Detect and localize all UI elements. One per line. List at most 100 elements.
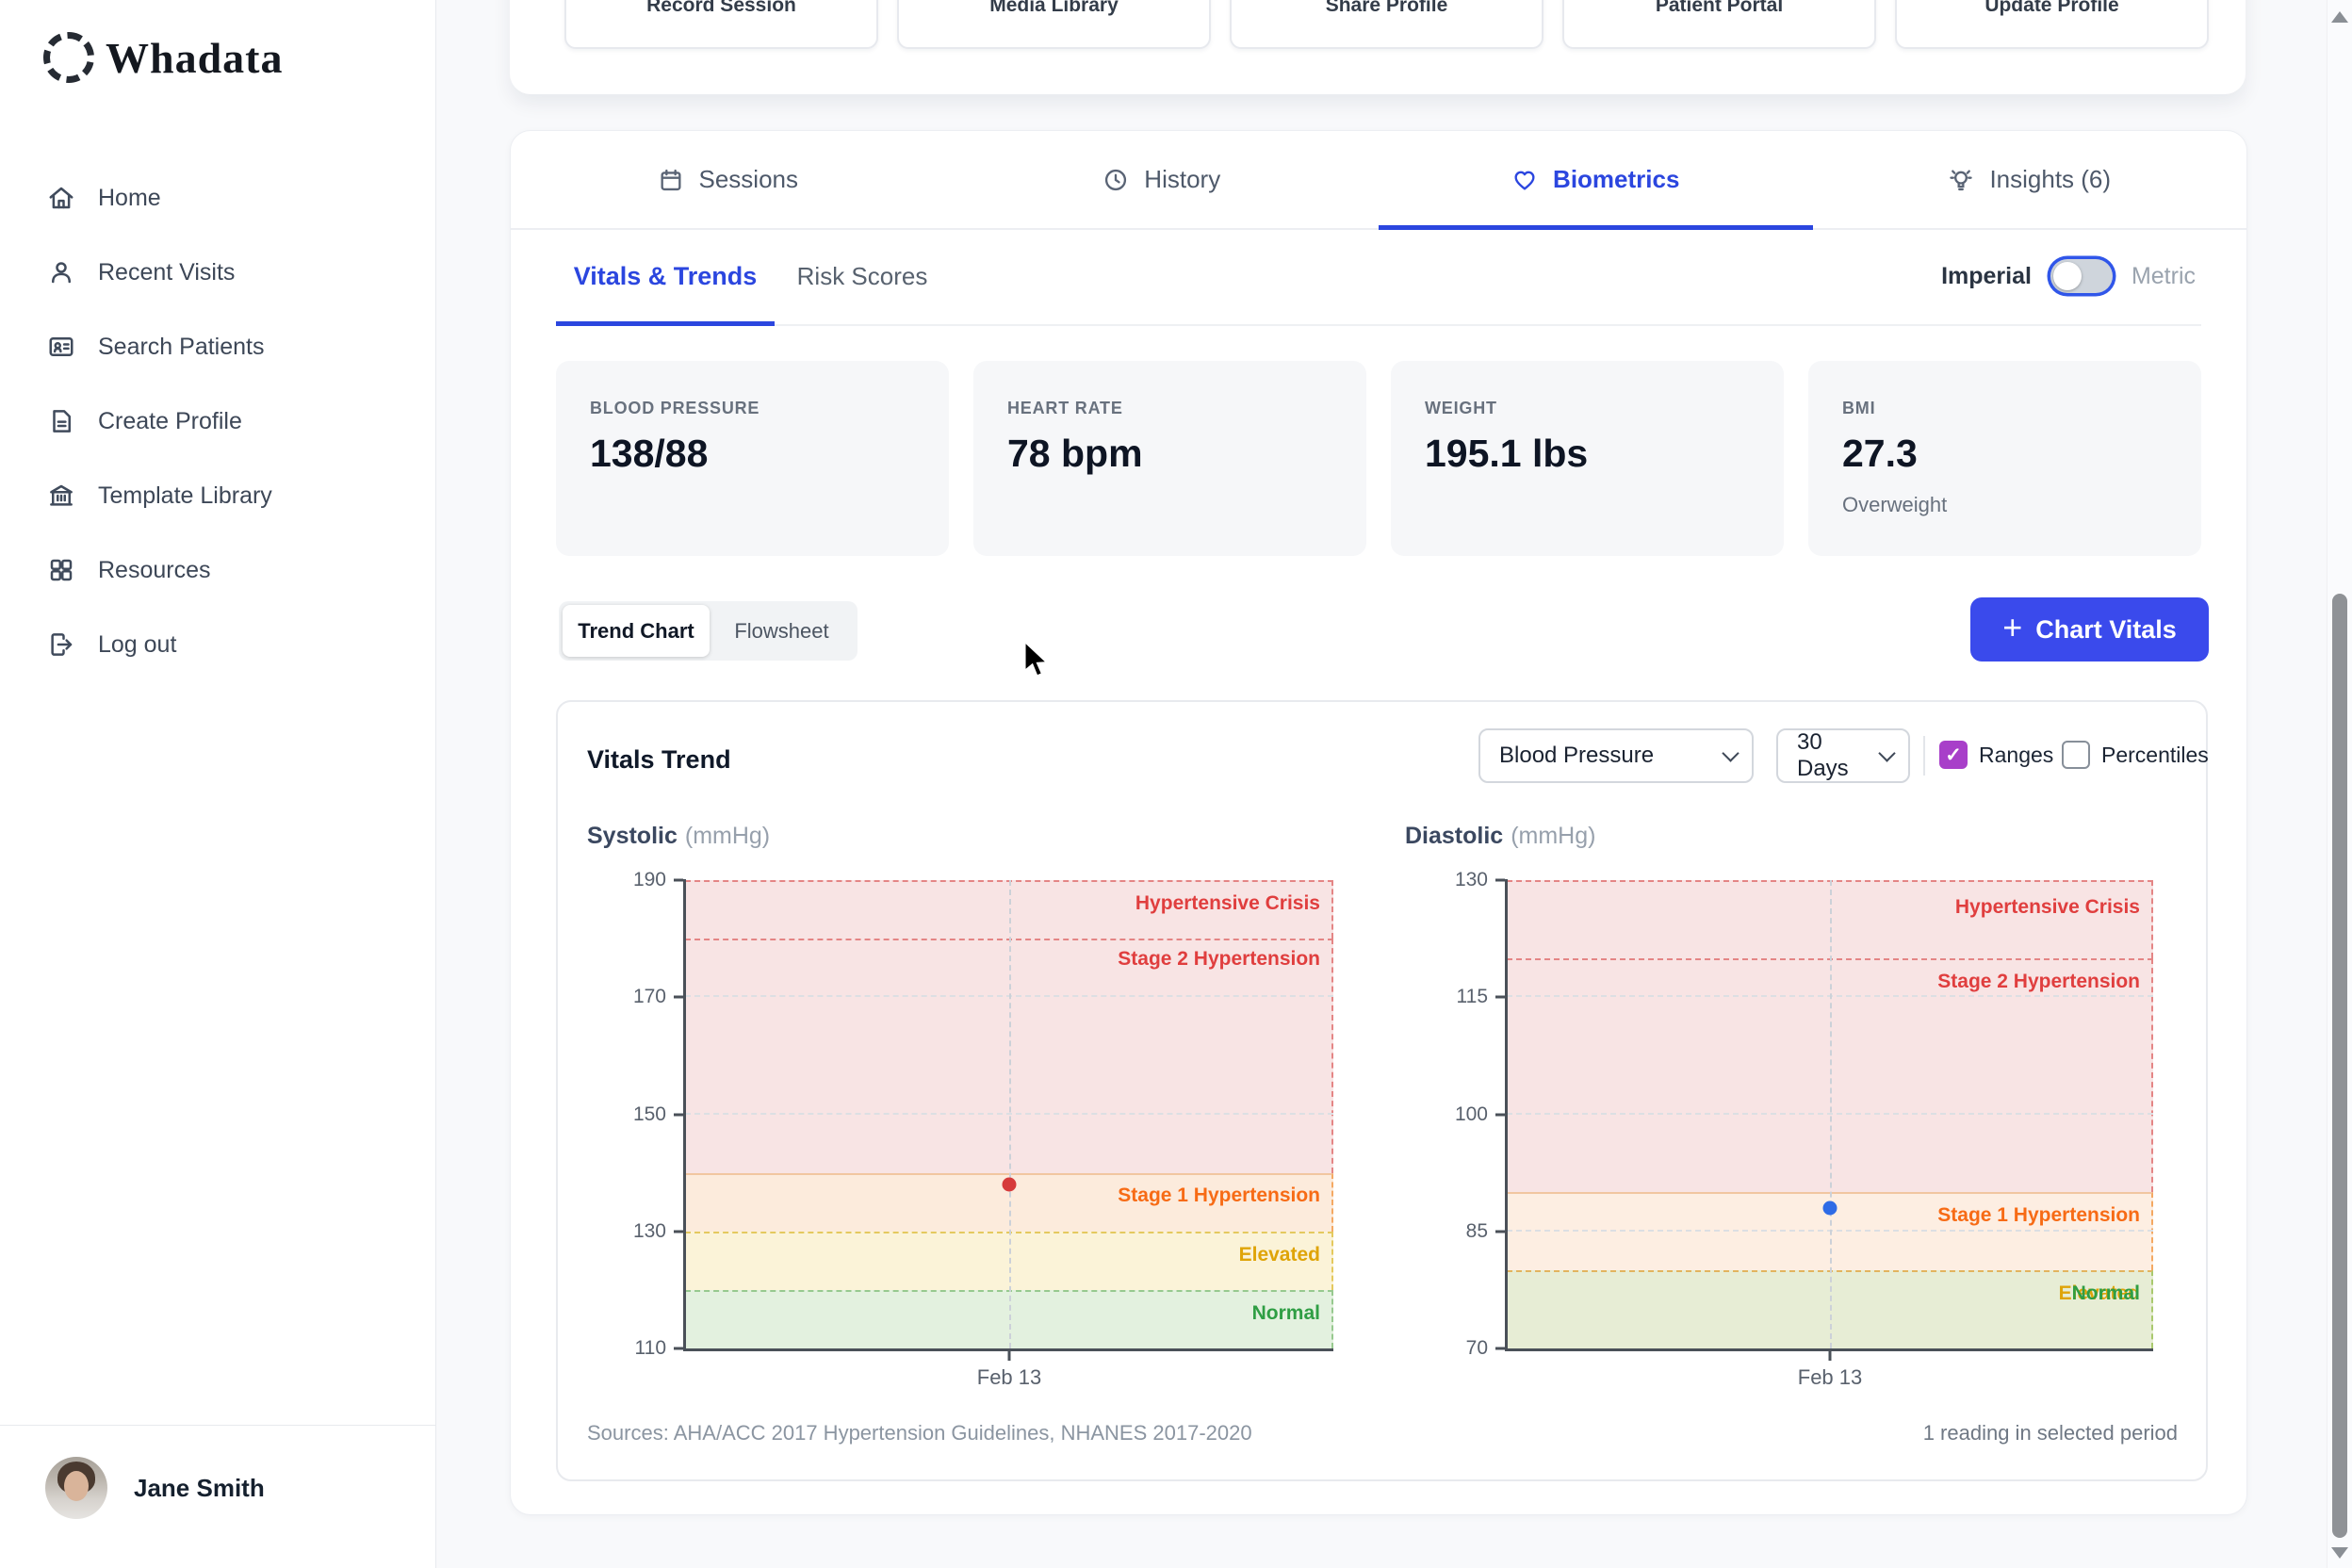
period-select[interactable]: 30 Days: [1776, 728, 1910, 783]
vital-value: 195.1 lbs: [1425, 432, 1750, 476]
share-profile-button[interactable]: Share Profile: [1230, 0, 1544, 49]
sidebar-item-search-patients[interactable]: Search Patients: [0, 324, 435, 369]
chevron-down-icon: [1878, 744, 1895, 761]
sidebar-item-label: Recent Visits: [98, 259, 235, 286]
trend-chart-button[interactable]: Trend Chart: [563, 605, 710, 657]
sidebar-item-label: Home: [98, 185, 161, 212]
chart-vitals-label: Chart Vitals: [2035, 615, 2177, 645]
weight-card: WEIGHT 195.1 lbs: [1391, 361, 1784, 556]
percentiles-checkbox-group[interactable]: Percentiles: [2062, 741, 2209, 769]
id-card-icon: [47, 333, 75, 361]
sidebar-item-template-library[interactable]: Template Library: [0, 473, 435, 518]
metric-select-value: Blood Pressure: [1499, 743, 1654, 769]
metric-label: Metric: [2132, 263, 2196, 290]
clock-icon: [1102, 167, 1129, 193]
scrollbar-thumb[interactable]: [2332, 594, 2347, 1538]
subtab-risk-scores[interactable]: Risk Scores: [787, 228, 938, 324]
imperial-label: Imperial: [1941, 263, 2032, 290]
lightbulb-icon: [1948, 167, 1974, 193]
app-logo-text: Whadata: [106, 33, 283, 83]
tab-sessions[interactable]: Sessions: [511, 131, 945, 228]
sidebar-item-label: Search Patients: [98, 334, 265, 361]
units-toggle[interactable]: [2050, 259, 2113, 293]
tab-label: Biometrics: [1553, 165, 1679, 194]
systolic-chart-title: Systolic(mmHg): [587, 823, 770, 850]
view-toggle: Trend Chart Flowsheet: [559, 601, 858, 661]
sidebar-item-label: Resources: [98, 557, 211, 584]
checkmark-icon: ✓: [1945, 743, 1962, 767]
home-icon: [47, 184, 75, 212]
units-toggle-group: Imperial Metric: [1941, 228, 2196, 324]
vital-cards: BLOOD PRESSURE 138/88 HEART RATE 78 bpm …: [556, 361, 2201, 556]
grid-icon: [47, 556, 75, 584]
heart-icon: [1511, 167, 1538, 193]
app-logo[interactable]: Whadata: [43, 32, 283, 83]
sidebar-item-create-profile[interactable]: Create Profile: [0, 399, 435, 444]
bmi-category: Overweight: [1842, 493, 2167, 517]
logo-ring-icon: [43, 32, 94, 83]
vitals-trend-panel: Vitals Trend Blood Pressure 30 Days ✓ Ra…: [556, 700, 2208, 1481]
blood-pressure-card: BLOOD PRESSURE 138/88: [556, 361, 949, 556]
sidebar-item-logout[interactable]: Log out: [0, 622, 435, 667]
vertical-divider: [1923, 736, 1925, 776]
media-library-button[interactable]: Media Library: [897, 0, 1211, 49]
heart-rate-card: HEART RATE 78 bpm: [973, 361, 1366, 556]
record-session-button[interactable]: Record Session: [564, 0, 878, 49]
library-icon: [47, 482, 75, 510]
subtab-vitals-trends[interactable]: Vitals & Trends: [556, 228, 775, 324]
diastolic-chart-title: Diastolic(mmHg): [1405, 823, 1595, 850]
sidebar-item-home[interactable]: Home: [0, 175, 435, 220]
vital-label: BLOOD PRESSURE: [590, 399, 915, 418]
calendar-icon: [658, 167, 684, 193]
sidebar-item-resources[interactable]: Resources: [0, 547, 435, 593]
sidebar-nav: Home Recent Visits Search Patients Creat…: [0, 175, 435, 696]
person-icon: [47, 258, 75, 286]
scrollbar[interactable]: [2327, 0, 2352, 1568]
plus-icon: +: [2002, 608, 2022, 647]
subtab-bar: Vitals & Trends Risk Scores Imperial Met…: [556, 228, 2201, 326]
metric-select[interactable]: Blood Pressure: [1478, 728, 1754, 783]
sources-note: Sources: AHA/ACC 2017 Hypertension Guide…: [587, 1421, 1252, 1446]
period-select-value: 30 Days: [1797, 729, 1868, 782]
chart-vitals-button[interactable]: + Chart Vitals: [1970, 597, 2209, 662]
biometrics-panel: Sessions History Biometrics Insights (6)…: [510, 130, 2247, 1515]
vital-value: 78 bpm: [1007, 432, 1332, 476]
vital-value: 27.3: [1842, 432, 2167, 476]
tab-label: Insights (6): [1989, 165, 2111, 194]
ranges-checkbox-group[interactable]: ✓ Ranges: [1939, 741, 2053, 769]
update-profile-button[interactable]: Update Profile: [1895, 0, 2209, 49]
percentiles-checkbox[interactable]: [2062, 741, 2090, 769]
vital-label: HEART RATE: [1007, 399, 1332, 418]
quick-actions-card: Record Session Media Library Share Profi…: [510, 0, 2246, 94]
tab-bar: Sessions History Biometrics Insights (6): [511, 131, 2246, 230]
reading-count: 1 reading in selected period: [1923, 1421, 2178, 1446]
chevron-down-icon: [1722, 744, 1739, 761]
user-profile[interactable]: Jane Smith: [45, 1457, 265, 1519]
sidebar-divider: [0, 1425, 435, 1426]
flowsheet-button[interactable]: Flowsheet: [710, 605, 854, 657]
tab-history[interactable]: History: [945, 131, 1380, 228]
ranges-checkbox[interactable]: ✓: [1939, 741, 1968, 769]
ranges-label: Ranges: [1979, 743, 2053, 768]
scroll-up-icon[interactable]: [2331, 11, 2348, 23]
sidebar-item-label: Create Profile: [98, 408, 242, 435]
percentiles-label: Percentiles: [2101, 743, 2209, 768]
vital-label: WEIGHT: [1425, 399, 1750, 418]
sidebar: Whadata Home Recent Visits Search Patien…: [0, 0, 436, 1568]
tab-insights[interactable]: Insights (6): [1813, 131, 2247, 228]
tab-label: Sessions: [699, 165, 799, 194]
sidebar-item-recent-visits[interactable]: Recent Visits: [0, 250, 435, 295]
tab-biometrics[interactable]: Biometrics: [1379, 131, 1813, 228]
user-name: Jane Smith: [134, 1474, 265, 1503]
panel-title: Vitals Trend: [587, 745, 731, 775]
patient-portal-button[interactable]: Patient Portal: [1562, 0, 1876, 49]
scroll-down-icon[interactable]: [2331, 1547, 2348, 1559]
logout-icon: [47, 630, 75, 659]
sidebar-item-label: Log out: [98, 631, 176, 659]
sidebar-item-label: Template Library: [98, 482, 272, 510]
avatar: [45, 1457, 107, 1519]
toggle-knob: [2053, 262, 2082, 290]
systolic-chart: NormalElevatedStage 1 HypertensionStage …: [685, 880, 1333, 1348]
vital-value: 138/88: [590, 432, 915, 476]
diastolic-chart: ElevatedNormalStage 1 HypertensionStage …: [1507, 880, 2153, 1348]
